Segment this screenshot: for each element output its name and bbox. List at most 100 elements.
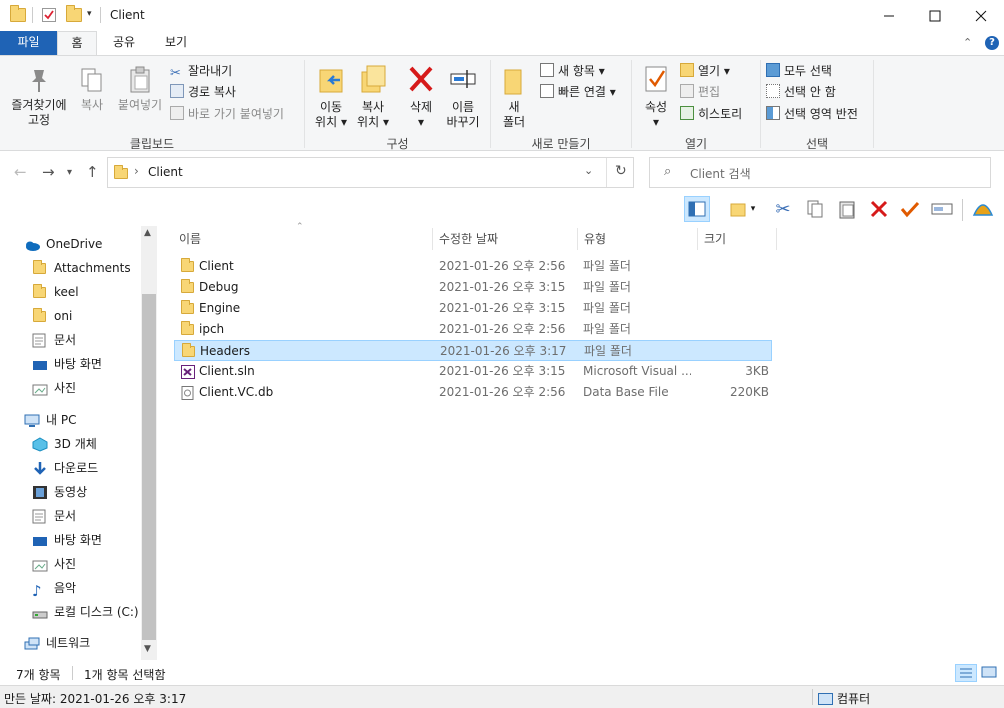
status-modified-info: 만든 날짜: 2021-01-26 오후 3:17 xyxy=(4,692,187,706)
copy-toolbar-icon[interactable] xyxy=(802,196,828,222)
copy-path-button[interactable]: 경로 복사 xyxy=(170,82,236,102)
open-button[interactable]: 열기 ▾ xyxy=(680,61,730,81)
rename-toolbar-icon[interactable] xyxy=(929,196,955,222)
nav-videos[interactable]: 동영상 xyxy=(33,481,87,503)
maximize-button[interactable] xyxy=(912,0,958,32)
minimize-button[interactable] xyxy=(866,0,912,32)
scroll-up-chevron-icon[interactable]: ▲ xyxy=(144,228,151,238)
up-arrow-icon[interactable]: ↑ xyxy=(86,163,99,181)
edit-button[interactable]: 편집 xyxy=(680,82,720,102)
cut-icon[interactable]: ✂ xyxy=(770,196,796,222)
document-icon xyxy=(32,509,47,524)
tab-view[interactable]: 보기 xyxy=(152,31,200,55)
column-header-type[interactable]: 유형 xyxy=(584,228,606,250)
nav-scrollbar[interactable]: ▲ ▼ xyxy=(141,226,157,660)
scroll-down-chevron-icon[interactable]: ▼ xyxy=(144,644,151,654)
history-button[interactable]: 히스토리 xyxy=(680,104,742,124)
column-divider[interactable] xyxy=(577,228,578,250)
copy-button[interactable]: 복사 xyxy=(74,66,110,113)
column-header-size[interactable]: 크기 xyxy=(704,228,726,250)
column-divider[interactable] xyxy=(432,228,433,250)
new-folder-button[interactable]: 새 폴더 xyxy=(496,62,532,130)
pin-to-quick-access-button[interactable]: 즐겨찾기에 고정 xyxy=(6,66,72,128)
refresh-icon[interactable]: ↻ xyxy=(615,163,627,179)
properties-dropdown-icon[interactable]: ▾ xyxy=(638,115,674,130)
database-file-icon xyxy=(181,386,195,400)
nav-scrollbar-thumb[interactable] xyxy=(142,294,156,640)
cut-button[interactable]: ✂ 잘라내기 xyxy=(170,61,232,81)
nav-music[interactable]: ♪ 음악 xyxy=(32,577,76,599)
column-divider[interactable] xyxy=(697,228,698,250)
tab-home[interactable]: 홈 xyxy=(57,31,97,55)
address-dropdown-chevron-icon[interactable]: ⌄ xyxy=(584,164,593,177)
computer-icon xyxy=(818,693,833,705)
easy-access-button[interactable]: 빠른 연결 ▾ xyxy=(540,82,616,102)
desktop-icon xyxy=(32,533,47,547)
paste-shortcut-button[interactable]: 바로 가기 붙여넣기 xyxy=(170,104,284,124)
table-row[interactable]: ipch 2021-01-26 오후 2:56 파일 폴더 xyxy=(174,319,772,340)
tab-file[interactable]: 파일 xyxy=(0,31,57,55)
select-none-button[interactable]: 선택 안 함 xyxy=(766,82,836,102)
table-row[interactable]: Debug 2021-01-26 오후 3:15 파일 폴더 xyxy=(174,277,772,298)
nav-oni[interactable]: oni xyxy=(33,305,72,327)
breadcrumb-client[interactable]: Client xyxy=(148,165,183,179)
minimize-ribbon-chevron-icon[interactable]: ⌃ xyxy=(963,36,972,49)
new-folder-icon[interactable] xyxy=(66,5,82,22)
properties-button[interactable]: 속성 ▾ xyxy=(638,64,674,130)
preview-pane-button[interactable] xyxy=(684,196,710,222)
column-header-modified[interactable]: 수정한 날짜 xyxy=(439,228,498,250)
delete-button[interactable]: 삭제 ▾ xyxy=(400,62,442,130)
paste-toolbar-icon[interactable] xyxy=(834,196,860,222)
details-view-button[interactable] xyxy=(955,664,977,682)
nav-attachments[interactable]: Attachments xyxy=(33,257,131,279)
nav-pc-pictures[interactable]: 사진 xyxy=(32,553,76,575)
customize-toolbar-chevron-icon[interactable]: ▾︎ xyxy=(87,9,92,19)
nav-desktop[interactable]: 바탕 화면 xyxy=(33,353,102,375)
delete-dropdown-icon[interactable]: ▾ xyxy=(400,115,442,130)
forward-arrow-icon[interactable]: → xyxy=(42,163,55,181)
rename-button[interactable]: 이름 바꾸기 xyxy=(442,62,484,130)
table-row[interactable]: Client 2021-01-26 오후 2:56 파일 폴더 xyxy=(174,256,772,277)
nav-keel[interactable]: keel xyxy=(33,281,79,303)
nav-pc-documents[interactable]: 문서 xyxy=(32,505,76,527)
hard-disk-icon xyxy=(32,605,48,619)
nav-this-pc[interactable]: 내 PC xyxy=(24,409,76,431)
nav-documents[interactable]: 문서 xyxy=(32,329,76,351)
close-button[interactable] xyxy=(958,0,1004,32)
file-name: Debug xyxy=(199,280,239,294)
invert-selection-button[interactable]: 선택 영역 반전 xyxy=(766,104,858,124)
column-divider[interactable] xyxy=(776,228,777,250)
move-to-button[interactable]: 이동 위치 ▾ xyxy=(310,62,352,130)
nav-pc-desktop[interactable]: 바탕 화면 xyxy=(33,529,102,551)
select-all-button[interactable]: 모두 선택 xyxy=(766,61,832,81)
help-icon[interactable]: ? xyxy=(985,36,999,50)
nav-item-label: 3D 개체 xyxy=(54,437,97,451)
nav-local-disk[interactable]: 로컬 디스크 (C:) xyxy=(32,601,139,623)
table-row[interactable]: Client.VC.db 2021-01-26 오후 2:56 Data Base … xyxy=(174,382,772,403)
back-arrow-icon[interactable]: ← xyxy=(14,163,27,181)
nav-downloads[interactable]: 다운로드 xyxy=(34,457,98,479)
address-bar[interactable]: › Client ⌄ ↻ xyxy=(107,157,634,188)
table-row[interactable]: Engine 2021-01-26 오후 3:15 파일 폴더 xyxy=(174,298,772,319)
table-row[interactable]: Headers 2021-01-26 오후 3:17 파일 폴더 xyxy=(174,340,772,361)
properties-check-toolbar-icon[interactable] xyxy=(897,196,923,222)
shell-extension-icon[interactable] xyxy=(970,196,996,222)
copy-to-button[interactable]: 복사 위치 ▾ xyxy=(352,62,394,130)
nav-network[interactable]: 네트워크 xyxy=(24,632,90,654)
search-box[interactable]: ⌕ Client 검색 xyxy=(649,157,991,188)
nav-onedrive[interactable]: OneDrive xyxy=(26,233,102,255)
column-header-name[interactable]: 이름 xyxy=(179,228,201,250)
large-icons-view-button[interactable] xyxy=(979,664,1001,682)
nav-3d-objects[interactable]: 3D 개체 xyxy=(32,433,97,455)
table-row[interactable]: Client.sln 2021-01-26 오후 3:15 Microsoft Vi… xyxy=(174,361,772,382)
nav-pictures[interactable]: 사진 xyxy=(32,377,76,399)
new-item-button[interactable]: 새 항목 ▾ xyxy=(540,61,605,81)
paste-button[interactable]: 붙여넣기 xyxy=(114,66,166,113)
folder-icon xyxy=(10,5,26,22)
copy-label: 복사 xyxy=(80,98,104,112)
tab-share[interactable]: 공유 xyxy=(101,31,147,55)
properties-checkmark-icon[interactable] xyxy=(42,8,56,22)
new-item-toolbar-button[interactable]: ▾ xyxy=(722,196,762,222)
delete-toolbar-icon[interactable] xyxy=(866,196,892,222)
recent-locations-chevron-icon[interactable]: ▾ xyxy=(67,167,72,178)
